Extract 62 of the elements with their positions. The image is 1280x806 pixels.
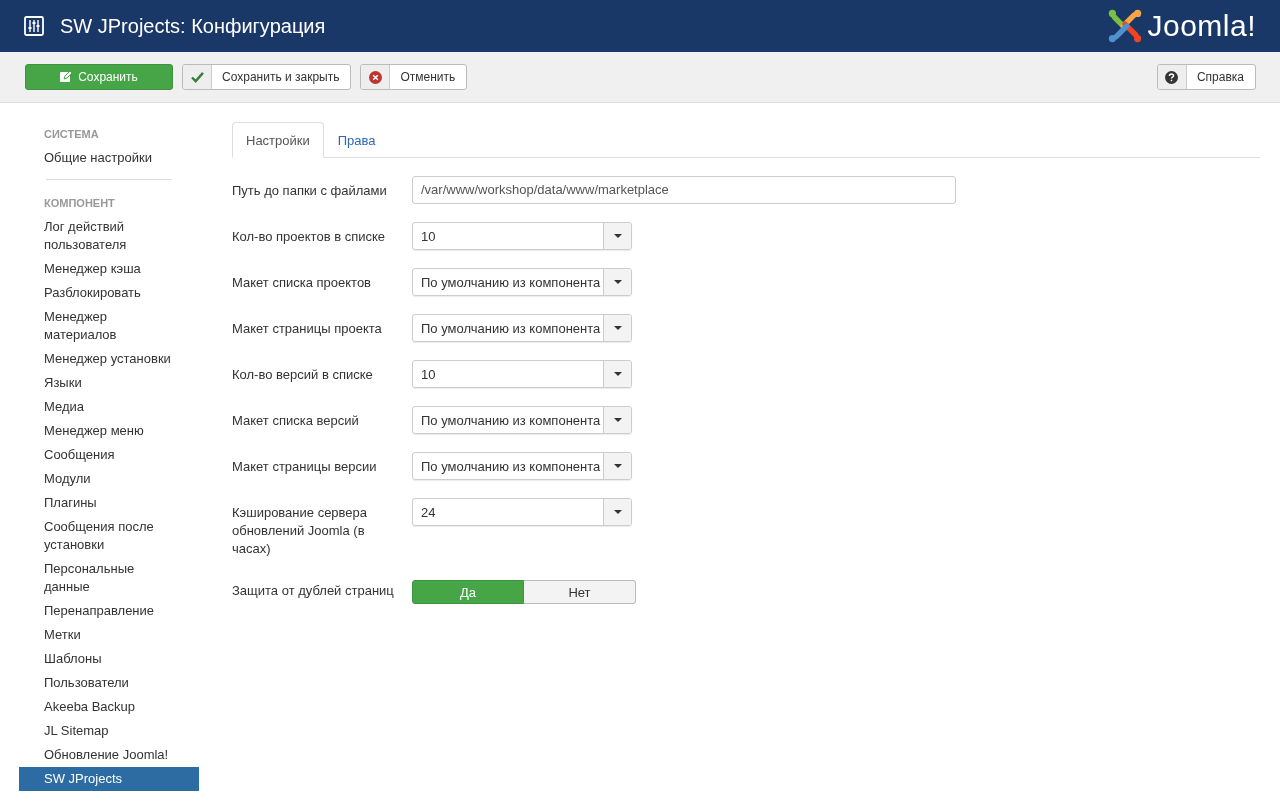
sidebar-item[interactable]: Пользователи bbox=[19, 671, 199, 695]
dropdown[interactable]: 24 bbox=[412, 498, 632, 526]
sidebar-item[interactable]: Обновление Joomla! bbox=[19, 743, 199, 767]
caret-icon bbox=[613, 464, 622, 468]
sidebar-item[interactable]: Менеджер меню bbox=[19, 419, 199, 443]
caret-icon bbox=[613, 234, 622, 238]
sidebar-item[interactable]: Перенаправление bbox=[19, 599, 199, 623]
field-label: Кол-во проектов в списке bbox=[232, 228, 387, 246]
dropdown[interactable]: 10 bbox=[412, 360, 632, 388]
input-field[interactable]: /var/www/workshop/data/www/marketplace bbox=[412, 176, 956, 204]
caret-icon bbox=[613, 326, 622, 330]
caret-icon bbox=[613, 372, 622, 376]
help-button[interactable]: Справка bbox=[1156, 64, 1256, 90]
close-icon bbox=[369, 70, 382, 84]
sidebar-item[interactable]: Менеджер кэша bbox=[19, 257, 199, 281]
dropdown[interactable]: 10 bbox=[412, 222, 632, 250]
save-close-button[interactable]: Сохранить и закрыть bbox=[182, 64, 352, 90]
sidebar-item[interactable]: Разблокировать bbox=[19, 281, 199, 305]
cancel-button[interactable]: Отменить bbox=[360, 64, 468, 90]
caret-icon bbox=[613, 280, 622, 284]
tab[interactable]: Права bbox=[323, 122, 390, 158]
sidebar-item[interactable]: Модули bbox=[19, 467, 199, 491]
sidebar-item[interactable]: Лог действий пользователя bbox=[19, 215, 199, 257]
tab[interactable]: Настройки bbox=[232, 122, 324, 158]
field-label: Путь до папки с файлами bbox=[232, 182, 388, 200]
sidebar-item[interactable]: Сообщения bbox=[19, 443, 199, 467]
sidebar-heading: СИСТЕМА bbox=[43, 127, 100, 142]
caret-icon bbox=[613, 510, 622, 514]
field-label: Защита от дублей страниц bbox=[232, 582, 395, 600]
dropdown[interactable]: По умолчанию из компонента bbox=[412, 314, 632, 342]
field-label: Кол-во версий в списке bbox=[232, 366, 374, 384]
field-label: Макет списка проектов bbox=[232, 274, 373, 292]
field-label: Макет страницы версии bbox=[232, 458, 378, 476]
sidebar-item[interactable]: Менеджер материалов bbox=[19, 305, 199, 347]
field-label: Макет страницы проекта bbox=[232, 320, 383, 338]
sidebar-item[interactable]: Общие настройки bbox=[19, 146, 199, 170]
dropdown[interactable]: По умолчанию из компонента bbox=[412, 268, 632, 296]
sidebar-item[interactable]: Менеджер установки bbox=[19, 347, 199, 371]
sidebar-item[interactable]: Плагины bbox=[19, 491, 199, 515]
edit-icon bbox=[60, 71, 73, 83]
sidebar-item[interactable]: Языки bbox=[19, 371, 199, 395]
sliders-icon bbox=[24, 16, 44, 36]
sidebar-item[interactable]: Метки bbox=[19, 623, 199, 647]
brand-name: Joomla! bbox=[1147, 9, 1256, 43]
field-label: Макет списка версий bbox=[232, 412, 360, 430]
sidebar-item[interactable]: JL Sitemap bbox=[19, 719, 199, 743]
sidebar-item[interactable]: Akeeba Backup bbox=[19, 695, 199, 719]
caret-icon bbox=[613, 418, 622, 422]
sidebar-item[interactable]: Сообщения после установки bbox=[19, 515, 199, 557]
dropdown[interactable]: По умолчанию из компонента bbox=[412, 406, 632, 434]
toggle-option[interactable]: Нет bbox=[524, 580, 636, 604]
sidebar-item[interactable]: Шаблоны bbox=[19, 647, 199, 671]
sidebar-item[interactable]: Медиа bbox=[19, 395, 199, 419]
check-icon bbox=[190, 71, 204, 83]
sidebar-item[interactable]: Персональные данные bbox=[19, 557, 199, 599]
page-title: SW JProjects: Конфигурация bbox=[60, 14, 326, 38]
logo-icon bbox=[1107, 8, 1144, 44]
sidebar-item[interactable]: SW JProjects bbox=[19, 767, 199, 791]
dropdown[interactable]: По умолчанию из компонента bbox=[412, 452, 632, 480]
field-label: Кэширование сервера обновлений Joomla (в часах) bbox=[232, 504, 369, 558]
help-icon bbox=[1165, 70, 1179, 84]
sidebar-heading: КОМПОНЕНТ bbox=[43, 196, 116, 211]
